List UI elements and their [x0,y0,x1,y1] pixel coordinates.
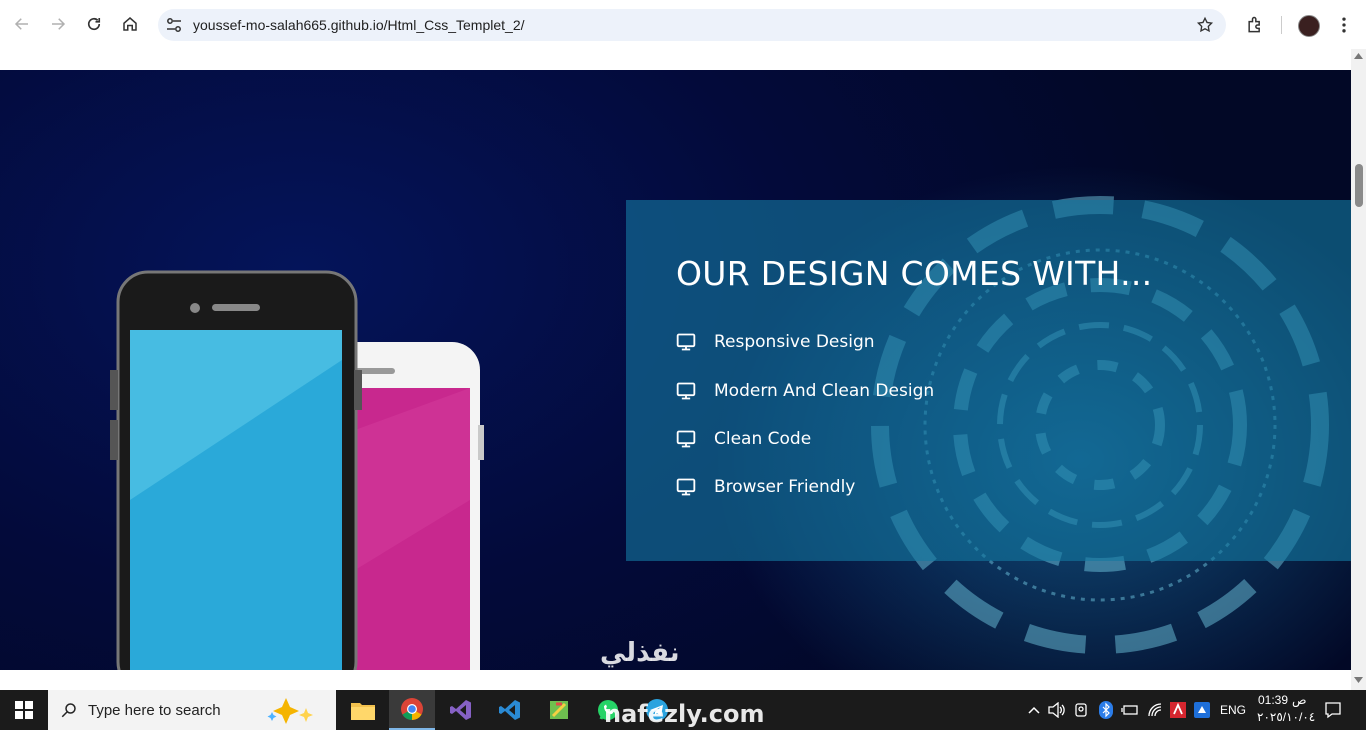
security-app-icon[interactable] [1170,701,1186,719]
visual-studio-app[interactable] [438,690,484,730]
notification-icon[interactable] [1324,701,1342,719]
hero-section: OUR DESIGN COMES WITH... Responsive Desi… [0,70,1351,670]
chrome-icon [401,698,423,720]
language-indicator[interactable]: ENG [1220,703,1246,717]
wifi-icon[interactable] [1147,702,1165,718]
browser-toolbar: youssef-mo-salah665.github.io/Html_Css_T… [0,0,1366,50]
bookmark-star-icon[interactable] [1196,16,1214,34]
taskbar-search[interactable]: Type here to search [48,690,336,730]
address-bar[interactable]: youssef-mo-salah665.github.io/Html_Css_T… [158,9,1226,41]
file-explorer-app[interactable] [340,690,386,730]
monitor-icon [676,478,696,496]
scroll-up-icon[interactable] [1354,53,1363,59]
watermark-latin: nafezly.com [604,700,765,728]
scroll-thumb[interactable] [1355,164,1363,207]
url-text[interactable]: youssef-mo-salah665.github.io/Html_Css_T… [193,17,525,33]
feature-label: Browser Friendly [714,477,856,497]
home-icon [123,17,137,31]
toolbar-divider [1281,16,1282,34]
visual-studio-icon [450,700,471,720]
phones-illustration [110,270,484,670]
volume-icon[interactable] [1048,702,1066,718]
copilot-sparkle-icon [267,698,313,724]
feature-label: Modern And Clean Design [714,381,935,401]
folder-icon [351,703,375,720]
search-icon [61,703,76,718]
site-settings-icon[interactable] [166,17,182,33]
app-tool[interactable] [536,690,582,730]
search-placeholder[interactable]: Type here to search [88,702,221,719]
arrow-right-icon [52,18,66,30]
arrow-left-icon [14,18,28,30]
feature-label: Responsive Design [714,332,875,352]
feature-item: Responsive Design [676,328,875,356]
feature-label: Clean Code [714,429,812,449]
tool-icon [550,701,568,719]
page-top-gap [0,49,1351,70]
chrome-app[interactable] [389,690,435,730]
home-button[interactable] [118,12,142,36]
monitor-icon [676,333,696,351]
feature-item: Browser Friendly [676,473,855,501]
bluetooth-icon[interactable] [1099,701,1113,719]
scroll-down-icon[interactable] [1354,677,1363,683]
reload-icon [87,17,101,31]
kebab-menu-icon[interactable] [1334,15,1354,35]
clock-date[interactable]: ٢٠٢٥/١٠/٠٤ [1257,710,1315,724]
start-button[interactable] [0,690,48,730]
feature-item: Modern And Clean Design [676,377,934,405]
features-box: OUR DESIGN COMES WITH... Responsive Desi… [626,200,1351,561]
camera-icon[interactable] [1074,702,1090,718]
profile-avatar[interactable] [1298,15,1320,37]
am-pm-indicator: ص [1292,693,1307,707]
forward-button[interactable] [46,12,70,36]
page-bottom-strip [0,670,1351,690]
features-title: OUR DESIGN COMES WITH... [676,254,1153,293]
extensions-icon[interactable] [1245,15,1265,35]
clock-time[interactable]: 01:39 [1258,693,1288,707]
vscode-icon [499,700,520,720]
monitor-icon [676,430,696,448]
monitor-icon [676,382,696,400]
windows-logo-icon [15,701,33,719]
page-scrollbar[interactable] [1351,49,1366,690]
vscode-app[interactable] [487,690,533,730]
chevron-up-icon[interactable] [1027,703,1041,717]
feature-item: Clean Code [676,425,811,453]
back-button[interactable] [10,12,34,36]
app-tray-icon[interactable] [1193,701,1211,719]
battery-plug-icon[interactable] [1121,702,1139,718]
watermark-arabic: نفذلي [600,638,680,668]
reload-button[interactable] [82,12,106,36]
